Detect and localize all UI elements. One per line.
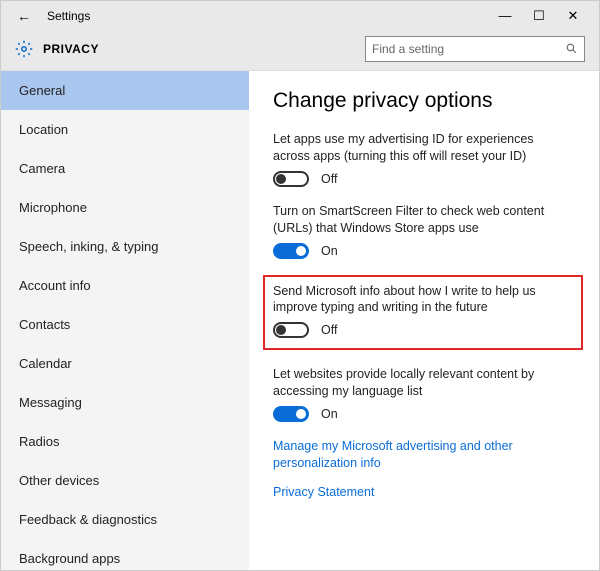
sidebar-item-radios[interactable]: Radios <box>1 422 249 461</box>
option-description: Send Microsoft info about how I write to… <box>273 283 573 317</box>
search-icon <box>565 42 578 55</box>
minimize-button[interactable]: — <box>493 8 517 24</box>
link[interactable]: Manage my Microsoft advertising and othe… <box>273 438 573 472</box>
toggle-state-label: Off <box>321 172 337 186</box>
page-title: PRIVACY <box>43 42 99 56</box>
header: PRIVACY Find a setting <box>1 31 599 71</box>
toggle-knob <box>276 325 286 335</box>
back-icon[interactable]: ← <box>17 8 33 24</box>
option-description: Turn on SmartScreen Filter to check web … <box>273 203 573 237</box>
sidebar-item-label: Microphone <box>19 200 87 215</box>
sidebar-item-speech-inking-typing[interactable]: Speech, inking, & typing <box>1 227 249 266</box>
toggle-state-label: On <box>321 244 338 258</box>
search-input[interactable]: Find a setting <box>365 36 585 62</box>
toggle-switch[interactable] <box>273 406 309 422</box>
toggle-knob <box>276 174 286 184</box>
toggle-knob <box>296 409 306 419</box>
window-title: Settings <box>47 9 493 23</box>
toggle-state-label: On <box>321 407 338 421</box>
sidebar-item-label: Feedback & diagnostics <box>19 512 157 527</box>
sidebar-item-label: Speech, inking, & typing <box>19 239 158 254</box>
sidebar-item-label: Camera <box>19 161 65 176</box>
privacy-option: Send Microsoft info about how I write to… <box>263 275 583 351</box>
gear-icon <box>15 40 33 58</box>
sidebar-item-label: Other devices <box>19 473 99 488</box>
sidebar-item-label: Radios <box>19 434 59 449</box>
sidebar-item-label: Messaging <box>19 395 82 410</box>
maximize-button[interactable]: ☐ <box>527 8 551 24</box>
toggle-knob <box>296 246 306 256</box>
sidebar-item-label: Background apps <box>19 551 120 566</box>
main-heading: Change privacy options <box>273 89 573 113</box>
option-description: Let websites provide locally relevant co… <box>273 366 573 400</box>
toggle-switch[interactable] <box>273 322 309 338</box>
link[interactable]: Privacy Statement <box>273 484 573 501</box>
sidebar-item-general[interactable]: General <box>1 71 249 110</box>
toggle-switch[interactable] <box>273 171 309 187</box>
sidebar-item-contacts[interactable]: Contacts <box>1 305 249 344</box>
sidebar-item-label: Account info <box>19 278 91 293</box>
sidebar-item-label: Calendar <box>19 356 72 371</box>
privacy-option: Let websites provide locally relevant co… <box>273 366 573 422</box>
sidebar-item-messaging[interactable]: Messaging <box>1 383 249 422</box>
sidebar-item-label: General <box>19 83 65 98</box>
sidebar-item-camera[interactable]: Camera <box>1 149 249 188</box>
sidebar-item-location[interactable]: Location <box>1 110 249 149</box>
sidebar: General Location Camera Microphone Speech, i… <box>1 71 249 570</box>
sidebar-item-microphone[interactable]: Microphone <box>1 188 249 227</box>
privacy-option: Turn on SmartScreen Filter to check web … <box>273 203 573 259</box>
sidebar-item-background-apps[interactable]: Background apps <box>1 539 249 570</box>
privacy-option: Let apps use my advertising ID for exper… <box>273 131 573 187</box>
search-placeholder: Find a setting <box>372 42 565 56</box>
sidebar-item-label: Location <box>19 122 68 137</box>
toggle-switch[interactable] <box>273 243 309 259</box>
sidebar-item-feedback-diagnostics[interactable]: Feedback & diagnostics <box>1 500 249 539</box>
toggle-state-label: Off <box>321 323 337 337</box>
sidebar-item-calendar[interactable]: Calendar <box>1 344 249 383</box>
sidebar-item-label: Contacts <box>19 317 70 332</box>
titlebar: ← Settings — ☐ ✕ <box>1 1 599 31</box>
sidebar-item-account-info[interactable]: Account info <box>1 266 249 305</box>
sidebar-item-other-devices[interactable]: Other devices <box>1 461 249 500</box>
main-panel: Change privacy options Let apps use my a… <box>249 71 599 570</box>
close-button[interactable]: ✕ <box>561 8 585 24</box>
option-description: Let apps use my advertising ID for exper… <box>273 131 573 165</box>
